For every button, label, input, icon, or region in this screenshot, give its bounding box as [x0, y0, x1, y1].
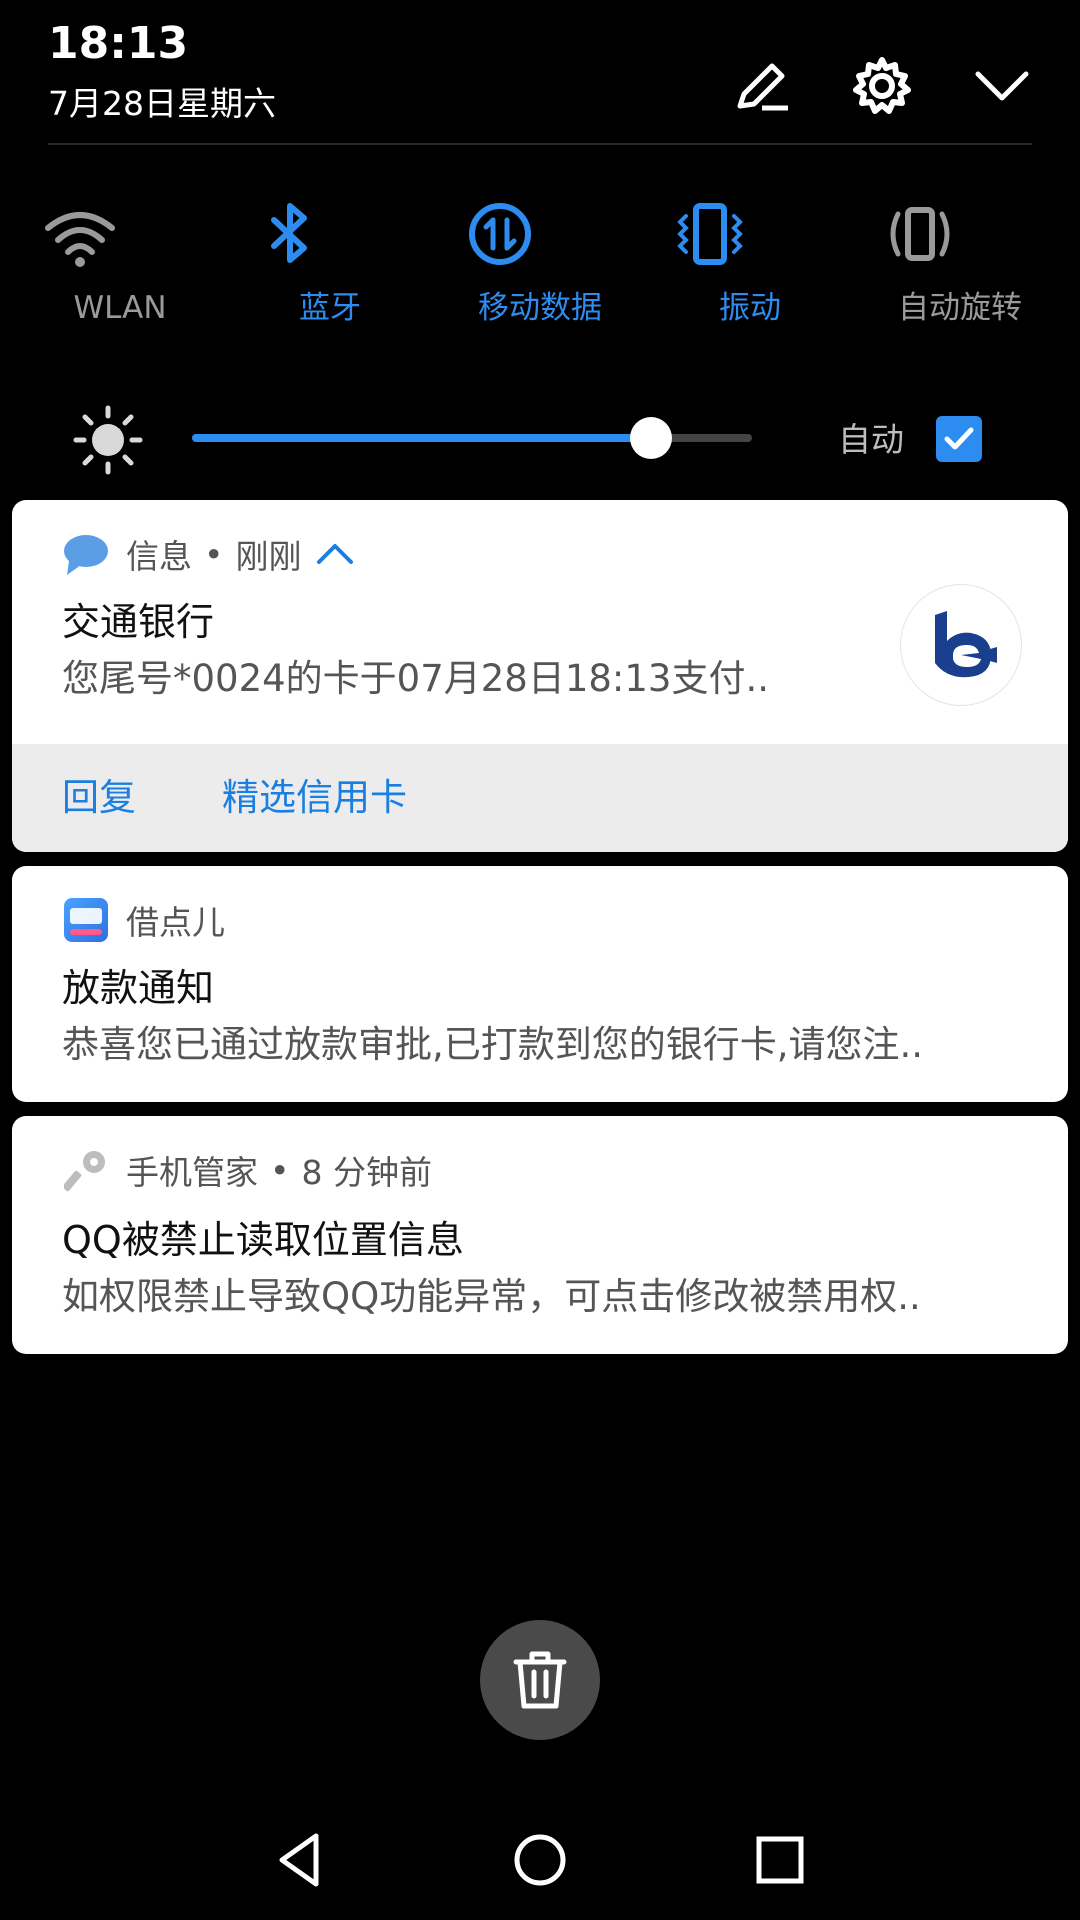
brightness-icon — [72, 404, 144, 476]
back-button[interactable] — [260, 1820, 340, 1900]
notification-header: 手机管家 • 8 分钟前 — [62, 1142, 432, 1198]
tile-label: 自动旋转 — [898, 290, 1022, 326]
bluetooth-icon — [271, 203, 307, 263]
brightness-slider[interactable] — [192, 417, 752, 459]
notification-time: 刚刚 — [235, 537, 302, 576]
vibrate-icon — [677, 203, 743, 265]
checkmark-icon — [944, 427, 974, 450]
mobile-data-icon — [469, 203, 531, 265]
home-button[interactable] — [500, 1820, 580, 1900]
notification-phone-manager[interactable]: 手机管家 • 8 分钟前 QQ被禁止读取位置信息 如权限禁止导致QQ功能异常，可… — [12, 1116, 1068, 1354]
edit-icon[interactable] — [722, 46, 802, 126]
notification-body: 恭喜您已通过放款审批,已打款到您的银行卡,请您注.. — [62, 1023, 924, 1066]
recents-button[interactable] — [740, 1820, 820, 1900]
clock-time: 18:13 — [48, 18, 189, 69]
key-icon — [62, 1146, 110, 1194]
brightness-slider-thumb[interactable] — [630, 417, 673, 459]
chevron-down-icon[interactable] — [962, 46, 1042, 126]
tile-auto-rotate[interactable]: 自动旋转 — [860, 196, 1060, 336]
tile-label: 移动数据 — [478, 290, 602, 326]
tile-label: 振动 — [719, 290, 781, 326]
tile-wlan[interactable]: WLAN — [20, 196, 220, 336]
date-label: 7月28日星期六 — [48, 84, 276, 123]
notification-app-name: 信息 — [126, 537, 192, 576]
separator-dot: • — [204, 534, 224, 574]
notification-body: 如权限禁止导致QQ功能异常，可点击修改被禁用权.. — [62, 1275, 921, 1318]
status-header: 18:13 7月28日星期六 — [48, 16, 1032, 144]
auto-brightness-checkbox[interactable] — [936, 416, 982, 462]
tile-mobile-data[interactable]: 移动数据 — [440, 196, 640, 336]
notification-jiedianer[interactable]: 借点儿 放款通知 恭喜您已通过放款审批,已打款到您的银行卡,请您注.. — [12, 866, 1068, 1102]
jiedianer-app-icon — [62, 896, 110, 944]
notification-time: 8 分钟前 — [301, 1153, 432, 1192]
separator-dot: • — [270, 1150, 290, 1190]
trash-icon — [513, 1651, 567, 1709]
credit-card-button[interactable]: 精选信用卡 — [222, 772, 407, 824]
tile-vibrate[interactable]: 振动 — [650, 196, 850, 336]
reply-button[interactable]: 回复 — [62, 772, 136, 824]
auto-brightness-label: 自动 — [838, 420, 904, 459]
notification-messages[interactable]: 信息 • 刚刚 交通银行 您尾号*0024的卡于07月28日18:13支付.. … — [12, 500, 1068, 852]
notification-app-name: 手机管家 — [126, 1153, 258, 1192]
notification-header: 信息 • 刚刚 — [62, 526, 355, 582]
chevron-up-icon[interactable] — [315, 540, 355, 568]
clear-all-button[interactable] — [480, 1620, 600, 1740]
recents-icon — [756, 1836, 804, 1884]
brightness-slider-fill — [192, 434, 652, 442]
notification-app-name: 借点儿 — [126, 903, 225, 942]
notification-body: 您尾号*0024的卡于07月28日18:13支付.. — [62, 657, 769, 700]
tile-label: WLAN — [73, 290, 167, 326]
wifi-icon — [45, 212, 115, 267]
settings-icon[interactable] — [842, 46, 922, 126]
notification-title: QQ被禁止读取位置信息 — [62, 1218, 464, 1262]
tile-label: 蓝牙 — [299, 290, 361, 326]
notification-title: 交通银行 — [62, 600, 215, 644]
header-divider — [48, 143, 1032, 145]
notification-title: 放款通知 — [62, 966, 215, 1010]
auto-rotate-icon — [890, 207, 950, 261]
bank-logo-icon — [900, 584, 1022, 706]
message-bubble-icon — [62, 530, 110, 578]
notification-header: 借点儿 — [62, 892, 225, 948]
notification-actions: 回复 精选信用卡 — [12, 744, 1068, 852]
tile-bluetooth[interactable]: 蓝牙 — [230, 196, 430, 336]
home-icon — [514, 1834, 566, 1886]
back-icon — [279, 1833, 319, 1887]
